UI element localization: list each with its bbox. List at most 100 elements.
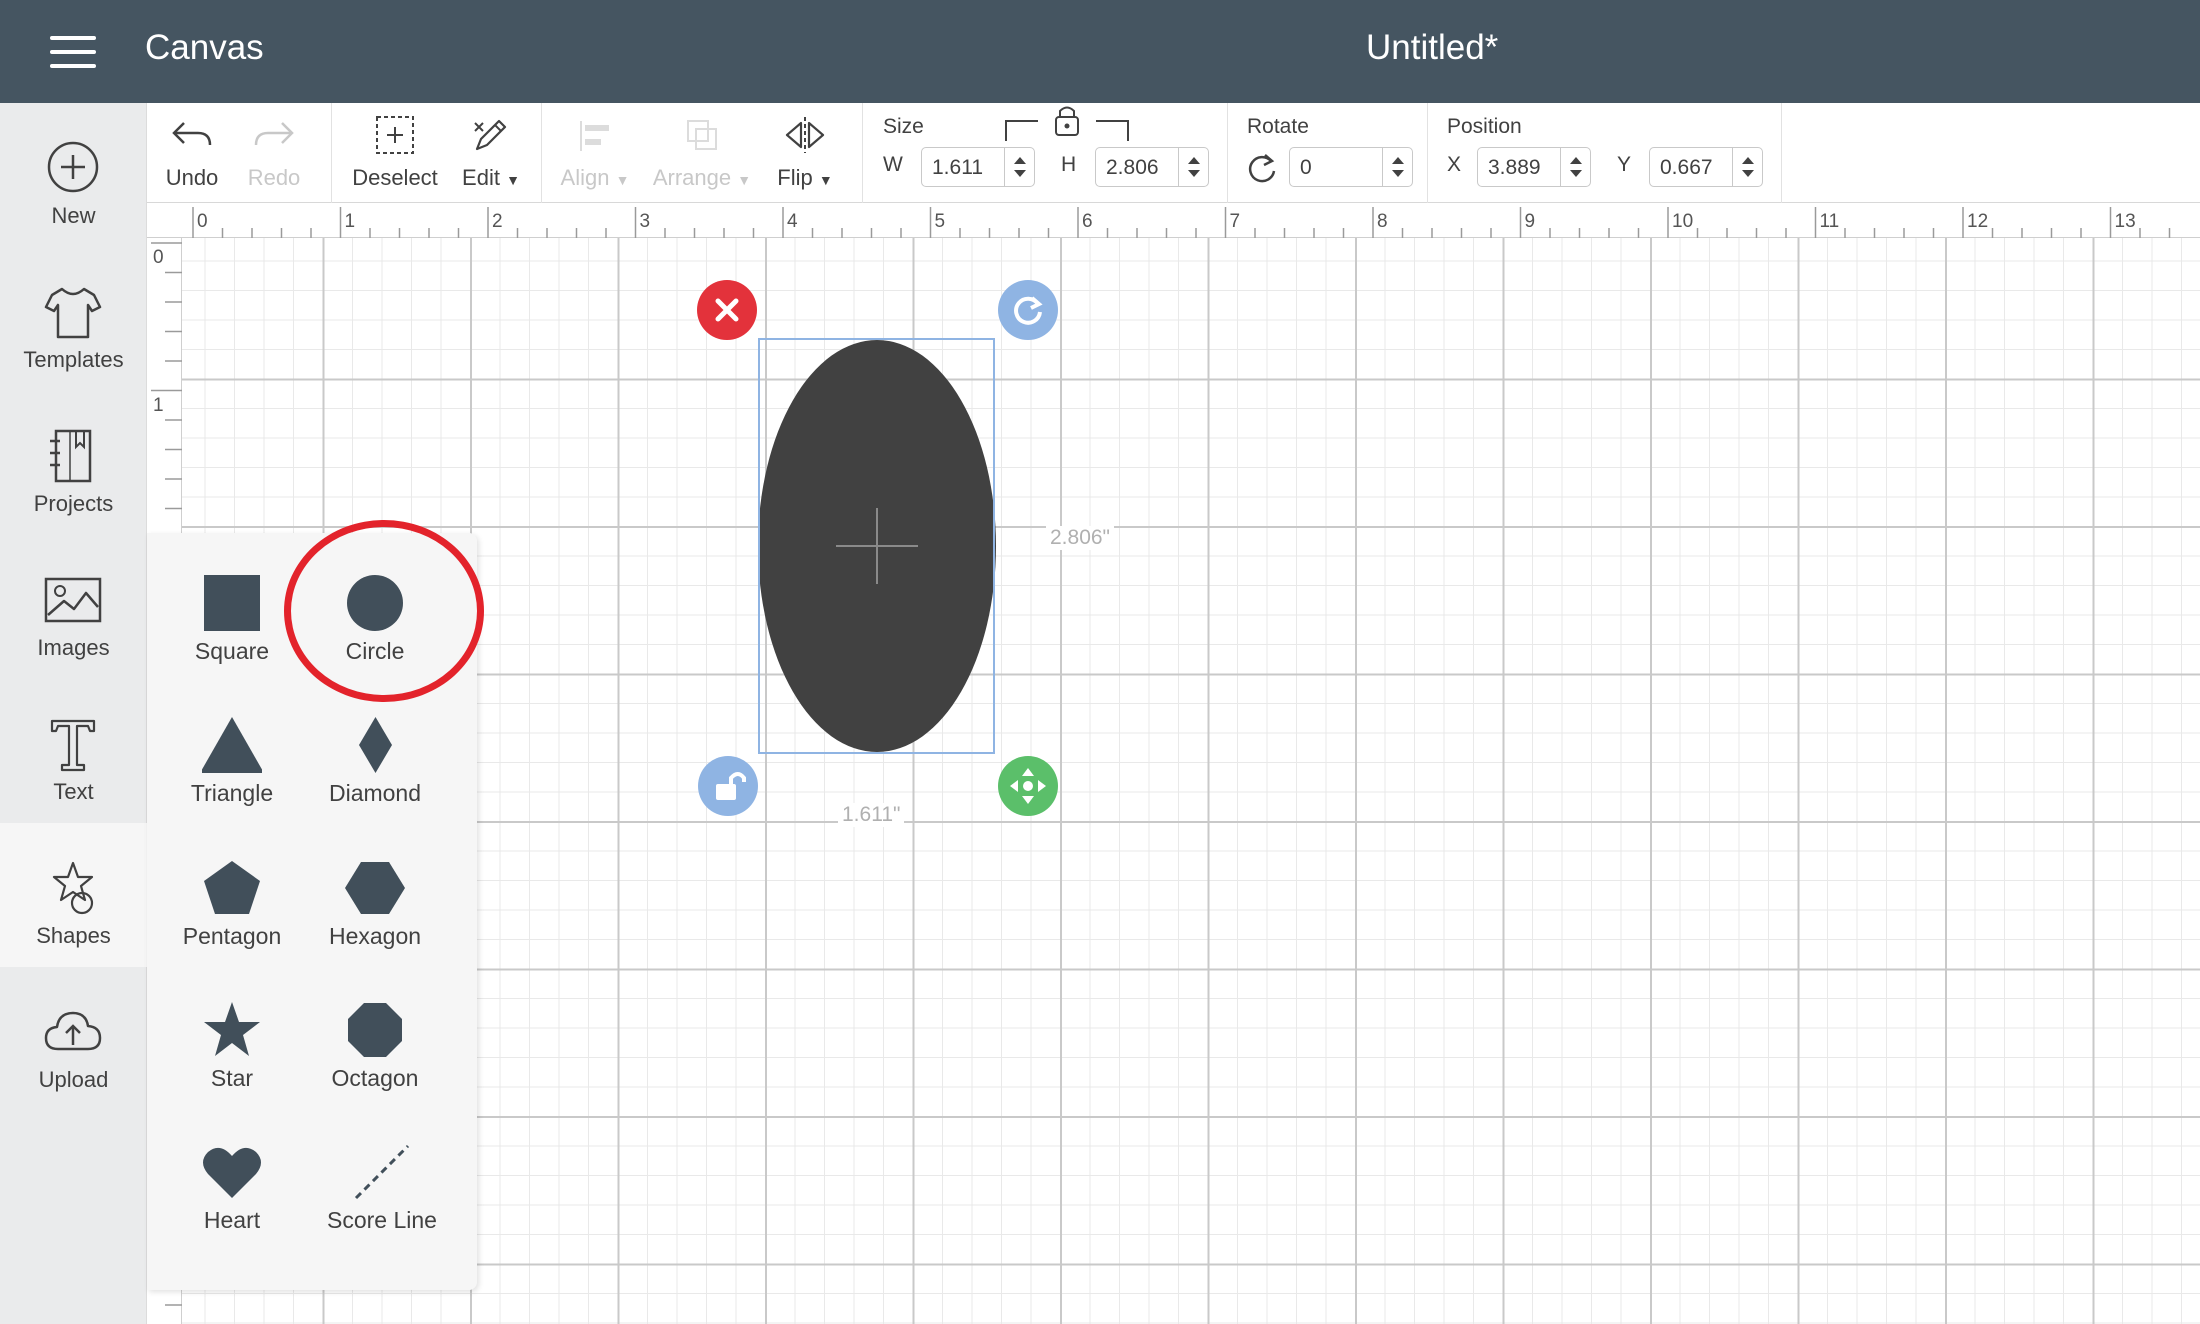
ruler-tick-label: 11 (1819, 211, 1840, 232)
undo-icon (172, 122, 212, 146)
width-input[interactable]: 1.611 (921, 147, 1035, 187)
sidebar-item-label: Text (53, 779, 94, 804)
shape-label: Triangle (190, 780, 274, 806)
toolbar: Undo Redo Deselect Edit ▼ Align ▼ Arrang… (147, 103, 2200, 203)
shape-label: Diamond (328, 780, 422, 806)
selection-bounding-box (758, 338, 995, 754)
position-x-value: 3.889 (1488, 156, 1541, 179)
arrange-icon (687, 120, 717, 150)
shape-hexagon[interactable]: Hexagon (300, 838, 450, 968)
document-title[interactable]: Untitled* (1366, 28, 1498, 68)
image-icon (44, 577, 102, 623)
ruler-tick-label: 9 (1524, 211, 1536, 232)
shape-label: Circle (345, 638, 405, 664)
shape-octagon[interactable]: Octagon (300, 980, 450, 1110)
flip-text: Flip (777, 165, 813, 190)
sidebar-item-label: Projects (33, 491, 114, 516)
rotate-handle[interactable] (998, 280, 1058, 340)
deselect-button[interactable]: Deselect (347, 103, 443, 203)
stepper-arrows-icon (1392, 157, 1404, 177)
stepper-arrows-icon (1014, 157, 1026, 177)
sidebar-item-new[interactable]: New (0, 103, 147, 247)
flip-button[interactable]: Flip ▼ (767, 103, 843, 203)
shape-label: Octagon (331, 1065, 419, 1091)
hexagon-icon (345, 862, 405, 914)
ruler-tick-label: 8 (1377, 211, 1388, 232)
text-t-icon (50, 719, 96, 772)
x-axis-label: X (1447, 153, 1462, 176)
sidebar-item-label: Images (37, 635, 110, 660)
edit-label: Edit ▼ (453, 165, 529, 191)
sidebar-item-label: Shapes (36, 923, 111, 948)
chevron-down-icon: ▼ (506, 172, 520, 188)
width-stepper[interactable] (1004, 148, 1034, 186)
arrange-label: Arrange ▼ (647, 165, 757, 191)
close-icon (697, 280, 757, 340)
rotate-icon (1248, 154, 1276, 183)
shape-star[interactable]: Star (157, 980, 307, 1110)
design-canvas[interactable] (182, 238, 2200, 1324)
shape-circle[interactable]: Circle (300, 553, 450, 683)
align-button[interactable]: Align ▼ (551, 103, 639, 203)
hamburger-menu-icon[interactable] (50, 36, 96, 68)
toolbar-divider (541, 103, 542, 203)
sidebar-item-images[interactable]: Images (0, 535, 147, 679)
rotate-input[interactable]: 0 (1289, 147, 1413, 187)
sidebar-item-text[interactable]: Text (0, 679, 147, 823)
sidebar-item-shapes[interactable]: Shapes (0, 823, 147, 967)
sidebar-item-label: Upload (38, 1067, 109, 1092)
redo-icon (254, 122, 294, 146)
shape-heart[interactable]: Heart (157, 1122, 307, 1252)
ruler-tick-label: 10 (1672, 211, 1694, 232)
app-window: Canvas Untitled* New Templates Projects … (0, 0, 2200, 1324)
lock-proportions-handle[interactable] (698, 756, 758, 816)
flip-label: Flip ▼ (767, 165, 843, 191)
ruler-tick-label: 0 (153, 247, 164, 268)
position-caption: Position (1447, 115, 1522, 138)
undo-label: Undo (165, 165, 219, 190)
position-y-value: 0.667 (1660, 156, 1713, 179)
width-axis-label: W (883, 153, 903, 176)
redo-button[interactable]: Redo (239, 103, 309, 203)
shape-square[interactable]: Square (157, 553, 307, 683)
lock-aspect-icon[interactable] (1002, 105, 1132, 143)
chevron-down-icon: ▼ (818, 172, 833, 188)
height-dimension-label: 2.806" (1046, 526, 1115, 550)
deselect-icon (376, 116, 414, 154)
rotate-stepper[interactable] (1382, 148, 1412, 186)
ruler-tick-label: 1 (344, 211, 356, 232)
shape-label: Hexagon (328, 923, 422, 949)
width-value: 1.611 (932, 156, 983, 179)
pentagon-icon (204, 861, 260, 914)
rotate-value: 0 (1300, 156, 1312, 179)
edit-button[interactable]: Edit ▼ (453, 103, 529, 203)
height-input[interactable]: 2.806 (1095, 147, 1209, 187)
shape-label: Square (194, 638, 270, 664)
toolbar-divider (862, 103, 863, 203)
position-y-stepper[interactable] (1732, 148, 1762, 186)
undo-button[interactable]: Undo (157, 103, 227, 203)
scale-handle[interactable] (998, 756, 1058, 816)
rotate-arrow-icon (998, 280, 1058, 340)
position-y-input[interactable]: 0.667 (1649, 147, 1763, 187)
sidebar-item-upload[interactable]: Upload (0, 967, 147, 1111)
delete-handle[interactable] (697, 280, 757, 340)
top-bar: Canvas Untitled* (0, 0, 2200, 103)
sidebar-item-projects[interactable]: Projects (0, 391, 147, 535)
ruler-tick-label: 3 (639, 211, 651, 232)
move-arrows-icon (998, 756, 1058, 816)
square-icon (204, 575, 260, 631)
size-caption: Size (883, 115, 924, 138)
shape-pentagon[interactable]: Pentagon (157, 838, 307, 968)
ruler-tick-label: 6 (1082, 211, 1093, 232)
shape-diamond[interactable]: Diamond (300, 695, 450, 825)
shape-triangle[interactable]: Triangle (157, 695, 307, 825)
sidebar-item-templates[interactable]: Templates (0, 247, 147, 391)
height-stepper[interactable] (1178, 148, 1208, 186)
shape-score-line[interactable]: Score Line (307, 1122, 457, 1252)
stepper-arrows-icon (1742, 157, 1754, 177)
position-x-input[interactable]: 3.889 (1477, 147, 1591, 187)
arrange-button[interactable]: Arrange ▼ (647, 103, 757, 203)
position-x-stepper[interactable] (1560, 148, 1590, 186)
chevron-down-icon: ▼ (737, 172, 752, 188)
